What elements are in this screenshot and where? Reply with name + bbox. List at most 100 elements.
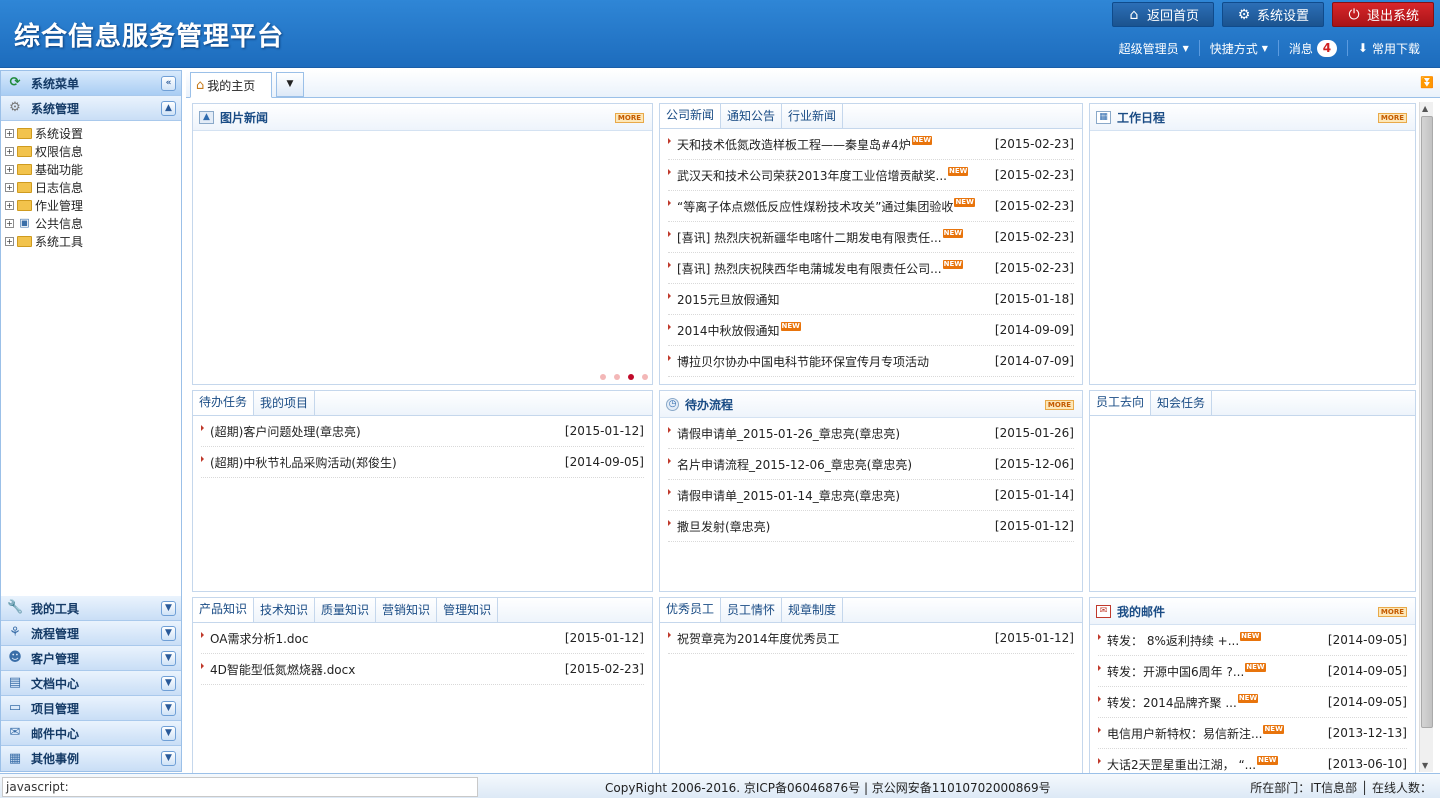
tree-item-system-settings[interactable]: + 系统设置 <box>5 124 181 142</box>
sidebar-section-customers[interactable]: ☻ 客户管理 ▼ <box>1 646 181 671</box>
gear-icon: ⚙ <box>9 100 21 115</box>
item-text: 4D智能型低氮燃烧器.docx <box>210 662 356 677</box>
list-item[interactable]: (超期)中秋节礼品采购活动(郑俊生) [2014-09-05] <box>201 447 644 478</box>
customers-icon: ☻ <box>8 650 22 665</box>
list-item[interactable]: OA需求分析1.doc [2015-01-12] <box>201 623 644 654</box>
expand-icon[interactable]: + <box>5 200 14 210</box>
tab-product-knowledge[interactable]: 产品知识 <box>193 598 255 622</box>
chevron-down-icon[interactable]: ▼ <box>161 601 176 616</box>
chevron-up-icon[interactable]: ▲ <box>161 101 176 116</box>
carousel-dot[interactable] <box>600 374 606 380</box>
scrollbar-thumb[interactable] <box>1421 116 1433 728</box>
tab-company-news[interactable]: 公司新闻 <box>660 104 722 128</box>
sidebar-section-other[interactable]: ▦ 其他事例 ▼ <box>1 746 181 771</box>
more-link[interactable]: MORE <box>614 113 644 123</box>
expand-icon[interactable]: + <box>5 236 14 246</box>
tree-item-jobs[interactable]: + 作业管理 <box>5 196 181 214</box>
list-item[interactable]: 转发： 8%返利持续 +... NEW [2014-09-05] <box>1098 625 1407 656</box>
list-item[interactable]: (超期)客户问题处理(章忠亮) [2015-01-12] <box>201 416 644 447</box>
chevron-down-icon[interactable]: ▼ <box>161 676 176 691</box>
expand-icon[interactable]: + <box>5 128 14 138</box>
tab-todo-tasks[interactable]: 待办任务 <box>193 391 255 415</box>
menu-tree: + 系统设置 + 权限信息 + 基础功能 + 日志信息 + 作业管理 + ▣ 公共信息 + 系统… <box>1 121 181 250</box>
scroll-up-icon[interactable]: ▲ <box>1422 104 1428 113</box>
home-button[interactable]: ⌂ 返回首页 <box>1112 2 1214 27</box>
tab-notices[interactable]: 通知公告 <box>721 104 783 128</box>
carousel-dot[interactable] <box>614 374 620 380</box>
list-item[interactable]: 撒旦发射(章忠亮) [2015-01-12] <box>668 511 1074 542</box>
tab-marketing-knowledge[interactable]: 营销知识 <box>376 598 438 622</box>
tree-item-system-tools[interactable]: + 系统工具 <box>5 232 181 250</box>
panel-title: 待办流程 <box>685 397 734 412</box>
tab-my-projects[interactable]: 我的项目 <box>254 391 316 415</box>
sidebar-section-tools[interactable]: 🔧 我的工具 ▼ <box>1 596 181 621</box>
folder-icon <box>17 181 32 193</box>
tab-management-knowledge[interactable]: 管理知识 <box>437 598 499 622</box>
list-item[interactable]: [喜讯] 热烈庆祝新疆华电喀什二期发电有限责任... NEW [2015-02-23… <box>668 222 1074 253</box>
more-link[interactable]: MORE <box>1377 113 1407 123</box>
carousel-dot[interactable] <box>642 374 648 380</box>
tree-item-public-info[interactable]: + ▣ 公共信息 <box>5 214 181 232</box>
list-item[interactable]: 祝贺章亮为2014年度优秀员工 [2015-01-12] <box>668 623 1074 654</box>
tab-home[interactable]: ⌂ 我的主页 <box>190 72 272 98</box>
list-item[interactable]: 名片申请流程_2015-12-06_章忠亮(章忠亮) [2015-12-06] <box>668 449 1074 480</box>
messages-link[interactable]: 消息 4 <box>1277 39 1347 57</box>
tab-quality-knowledge[interactable]: 质量知识 <box>315 598 377 622</box>
user-menu[interactable]: 超级管理员 ▼ <box>1109 40 1199 56</box>
tab-excellent-staff[interactable]: 优秀员工 <box>660 598 722 622</box>
list-item[interactable]: 转发：2014品牌齐聚 ... NEW [2014-09-05] <box>1098 687 1407 718</box>
scroll-down-icon[interactable]: ▼ <box>1422 761 1428 770</box>
vertical-scrollbar[interactable]: ▲ ▼ <box>1419 102 1433 772</box>
chevron-down-icon[interactable]: ▼ <box>161 626 176 641</box>
sidebar-section-documents[interactable]: ▤ 文档中心 ▼ <box>1 671 181 696</box>
messages-label: 消息 <box>1288 41 1313 56</box>
list-item[interactable]: 请假申请单_2015-01-26_章忠亮(章忠亮) [2015-01-26] <box>668 418 1074 449</box>
new-badge: NEW <box>1245 662 1266 672</box>
chevron-down-icon[interactable]: ▼ <box>161 701 176 716</box>
list-item[interactable]: 博拉贝尔协办中国电科节能环保宣传月专项活动 [2014-07-09] <box>668 346 1074 377</box>
download-link[interactable]: ⬇ 常用下载 <box>1346 40 1430 56</box>
tab-staff-feelings[interactable]: 员工情怀 <box>721 598 783 622</box>
chevron-down-icon[interactable]: ▼ <box>161 651 176 666</box>
list-item[interactable]: 天和技术低氮改造样板工程——秦皇岛#4炉 NEW [2015-02-23] <box>668 129 1074 160</box>
chevron-down-icon[interactable]: ▼ <box>161 726 176 741</box>
list-item[interactable]: 请假申请单_2015-01-14_章忠亮(章忠亮) [2015-01-14] <box>668 480 1074 511</box>
shortcut-menu[interactable]: 快捷方式 ▼ <box>1198 40 1278 56</box>
collapse-sidebar-button[interactable]: « <box>161 76 176 91</box>
expand-icon[interactable]: + <box>5 218 14 228</box>
tree-item-permissions[interactable]: + 权限信息 <box>5 142 181 160</box>
list-item[interactable]: 转发：开源中国6周年 ?... NEW [2014-09-05] <box>1098 656 1407 687</box>
item-date: [2015-02-23] <box>994 261 1074 275</box>
list-item[interactable]: 2014中秋放假通知 NEW [2014-09-09] <box>668 315 1074 346</box>
sidebar-section-system[interactable]: ⚙ 系统管理 ▲ <box>1 96 181 121</box>
list-item[interactable]: 2015元旦放假通知 [2015-01-18] <box>668 284 1074 315</box>
tab-notify-tasks[interactable]: 知会任务 <box>1151 391 1213 415</box>
tree-item-basic-functions[interactable]: + 基础功能 <box>5 160 181 178</box>
list-item[interactable]: 武汉天和技术公司荣获2013年度工业倍增贡献奖... NEW [2015-02-23… <box>668 160 1074 191</box>
expand-icon[interactable]: + <box>5 146 14 156</box>
list-item[interactable]: “等离子体点燃低反应性煤粉技术攻关”通过集团验收 NEW [2015-02-23] <box>668 191 1074 222</box>
tab-tech-knowledge[interactable]: 技术知识 <box>254 598 316 622</box>
list-item[interactable]: 电信用户新特权：易信新注... NEW [2013-12-13] <box>1098 718 1407 749</box>
item-date: [2014-09-05] <box>1327 695 1407 709</box>
list-item[interactable]: 4D智能型低氮燃烧器.docx [2015-02-23] <box>201 654 644 685</box>
tab-staff-whereabouts[interactable]: 员工去向 <box>1090 391 1152 415</box>
exit-button[interactable]: ⏻ 退出系统 <box>1332 2 1434 27</box>
list-item[interactable]: [喜讯] 热烈庆祝陕西华电蒲城发电有限责任公司... NEW [2015-02-23… <box>668 253 1074 284</box>
expand-icon[interactable]: + <box>5 164 14 174</box>
chevron-down-icon[interactable]: ▼ <box>161 751 176 766</box>
expand-down-icon[interactable]: ⏬ <box>1420 76 1434 89</box>
tab-dropdown-button[interactable]: ▼ <box>276 72 304 97</box>
more-link[interactable]: MORE <box>1044 400 1074 410</box>
settings-button[interactable]: ⚙ 系统设置 <box>1222 2 1324 27</box>
sidebar-section-projects[interactable]: ▭ 项目管理 ▼ <box>1 696 181 721</box>
panel-company-news: 公司新闻 通知公告 行业新闻 天和技术低氮改造样板工程——秦皇岛#4炉 NEW [2… <box>659 103 1083 385</box>
carousel-dot-active[interactable] <box>628 374 634 380</box>
sidebar-section-flow[interactable]: ⚘ 流程管理 ▼ <box>1 621 181 646</box>
sidebar-section-mail[interactable]: ✉ 邮件中心 ▼ <box>1 721 181 746</box>
tab-regulations[interactable]: 规章制度 <box>782 598 844 622</box>
expand-icon[interactable]: + <box>5 182 14 192</box>
tree-item-logs[interactable]: + 日志信息 <box>5 178 181 196</box>
tab-industry-news[interactable]: 行业新闻 <box>782 104 844 128</box>
more-link[interactable]: MORE <box>1377 607 1407 617</box>
